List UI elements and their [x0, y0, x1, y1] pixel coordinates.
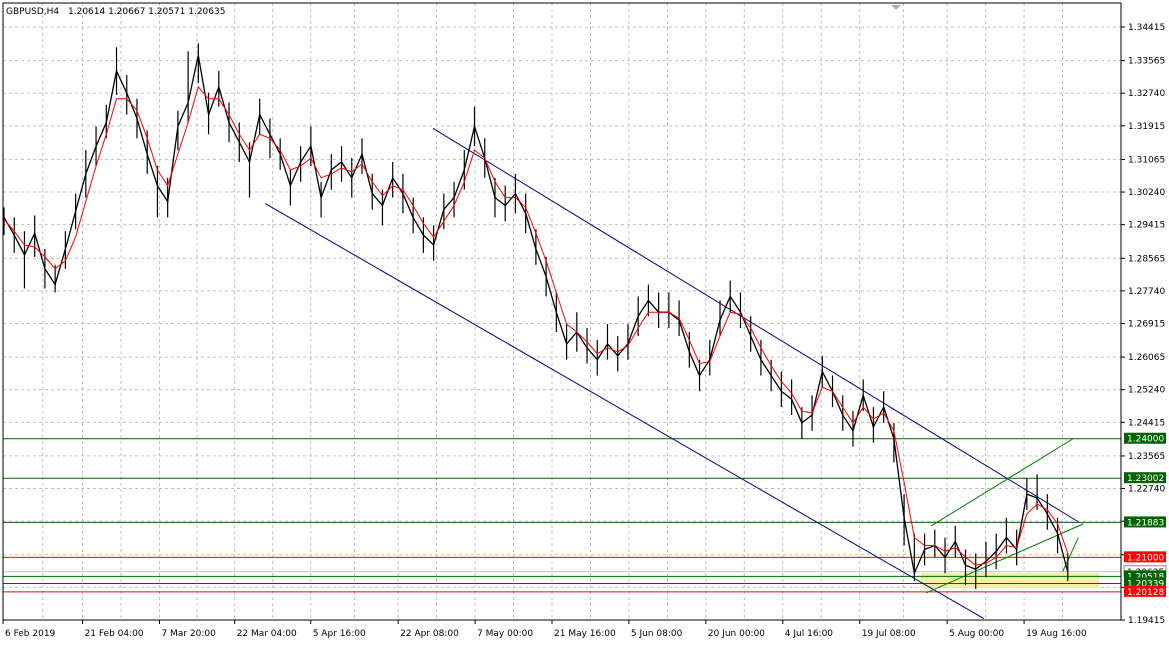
- x-tick-label: 22 Apr 08:00: [400, 629, 459, 639]
- y-tick-label: 1.32740: [1128, 89, 1165, 99]
- y-tick-label: 1.26065: [1128, 353, 1165, 363]
- y-tick-label: 1.26915: [1128, 320, 1165, 330]
- level-tag-label: 1.24000: [1127, 435, 1164, 445]
- level-tag-label: 1.21883: [1127, 518, 1164, 528]
- x-tick-label: 7 Mar 20:00: [161, 629, 216, 639]
- y-tick-label: 1.34415: [1128, 23, 1165, 33]
- x-tick-label: 7 May 00:00: [477, 629, 533, 639]
- y-tick-label: 1.30240: [1128, 188, 1165, 198]
- y-tick-label: 1.31065: [1128, 155, 1165, 165]
- support-zone: [920, 573, 1100, 588]
- x-tick-label: 19 Jul 08:00: [862, 629, 916, 639]
- x-tick-label: 5 Apr 16:00: [313, 629, 366, 639]
- y-tick-label: 1.27740: [1128, 287, 1165, 297]
- y-tick-label: 1.23565: [1128, 452, 1165, 462]
- y-tick-label: 1.24415: [1128, 418, 1165, 428]
- level-tag-label: 1.20128: [1127, 588, 1164, 598]
- y-tick-label: 1.22740: [1128, 485, 1165, 495]
- support-zone-rect[interactable]: [920, 573, 1100, 588]
- chart-background: [0, 0, 1169, 641]
- y-tick-label: 1.25240: [1128, 386, 1165, 396]
- x-tick-label: 20 Jun 00:00: [708, 629, 765, 639]
- x-tick-label: 6 Feb 2019: [5, 629, 56, 639]
- x-tick-label: 5 Jun 08:00: [631, 629, 683, 639]
- level-tag-label: 1.23002: [1127, 474, 1164, 484]
- x-tick-label: 5 Aug 00:00: [949, 629, 1004, 639]
- ohlc-readout: 1.20614 1.20667 1.20571 1.20635: [68, 7, 225, 17]
- y-tick-label: 1.33565: [1128, 57, 1165, 67]
- x-tick-label: 21 Feb 04:00: [85, 629, 144, 639]
- y-tick-label: 1.19415: [1128, 616, 1165, 626]
- chart-header: GBPUSD,H4 1.20614 1.20667 1.20571 1.2063…: [6, 7, 225, 17]
- x-tick-label: 21 May 16:00: [554, 629, 616, 639]
- level-tag-label: 1.21000: [1127, 553, 1164, 563]
- x-tick-label: 22 Mar 04:00: [237, 629, 297, 639]
- symbol-label: GBPUSD,H4: [6, 7, 59, 17]
- y-tick-label: 1.31915: [1128, 122, 1165, 132]
- price-chart[interactable]: 1.34415 1.33565 1.32740 1.31915 1.31065 1.302…: [0, 0, 1169, 641]
- x-tick-label: 19 Aug 16:00: [1026, 629, 1087, 639]
- y-tick-label: 1.29415: [1128, 221, 1165, 231]
- y-tick-label: 1.28565: [1128, 254, 1165, 264]
- x-tick-label: 4 Jul 16:00: [785, 629, 834, 639]
- chart-svg[interactable]: 1.34415 1.33565 1.32740 1.31915 1.31065 1.302…: [0, 0, 1169, 641]
